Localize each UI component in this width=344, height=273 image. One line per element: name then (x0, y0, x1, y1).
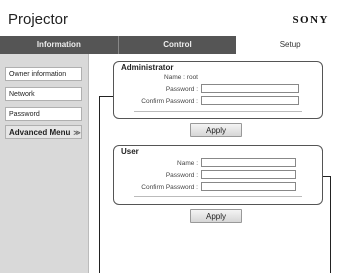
app-title: Projector (8, 11, 69, 28)
callout-line-right-tick (322, 176, 331, 177)
administrator-title: Administrator (121, 63, 174, 72)
brand-logo: SONY (292, 14, 329, 26)
user-password-label: Password : (165, 172, 198, 179)
administrator-confirm-password-label: Confirm Password : (141, 98, 198, 105)
administrator-password-label: Password : (165, 86, 198, 93)
user-password-field[interactable] (201, 170, 296, 179)
callout-line-left-tick (99, 96, 113, 97)
user-apply-button[interactable]: Apply (190, 209, 242, 223)
tab-control[interactable]: Control (118, 36, 237, 54)
callout-line-right (330, 176, 331, 273)
sidebar-item-network[interactable]: Network (5, 87, 82, 101)
sidebar-divider (88, 54, 89, 273)
user-confirm-password-label: Confirm Password : (141, 184, 198, 191)
administrator-name-label: Name : root (164, 74, 198, 81)
user-name-label: Name : (177, 160, 198, 167)
sidebar: Owner information Network Password Advan… (0, 54, 88, 273)
user-confirm-password-field[interactable] (201, 182, 296, 191)
user-title: User (121, 147, 139, 156)
header: Projector SONY (0, 0, 344, 36)
tab-information[interactable]: Information (0, 36, 119, 54)
tab-setup[interactable]: Setup (236, 36, 344, 54)
user-name-field[interactable] (201, 158, 296, 167)
tab-bar: Information Control Setup (0, 36, 344, 54)
sidebar-item-password[interactable]: Password (5, 107, 82, 121)
advanced-menu-label: Advanced Menu (9, 128, 71, 137)
user-divider (134, 196, 302, 197)
administrator-apply-button[interactable]: Apply (190, 123, 242, 137)
advanced-menu-button[interactable]: Advanced Menu ≫ (5, 125, 82, 139)
callout-line-left (99, 96, 100, 273)
administrator-divider (134, 111, 302, 112)
administrator-confirm-password-field[interactable] (201, 96, 299, 105)
administrator-password-field[interactable] (201, 84, 299, 93)
sidebar-item-owner-information[interactable]: Owner information (5, 67, 82, 81)
chevron-down-icon: ≫ (73, 130, 81, 137)
